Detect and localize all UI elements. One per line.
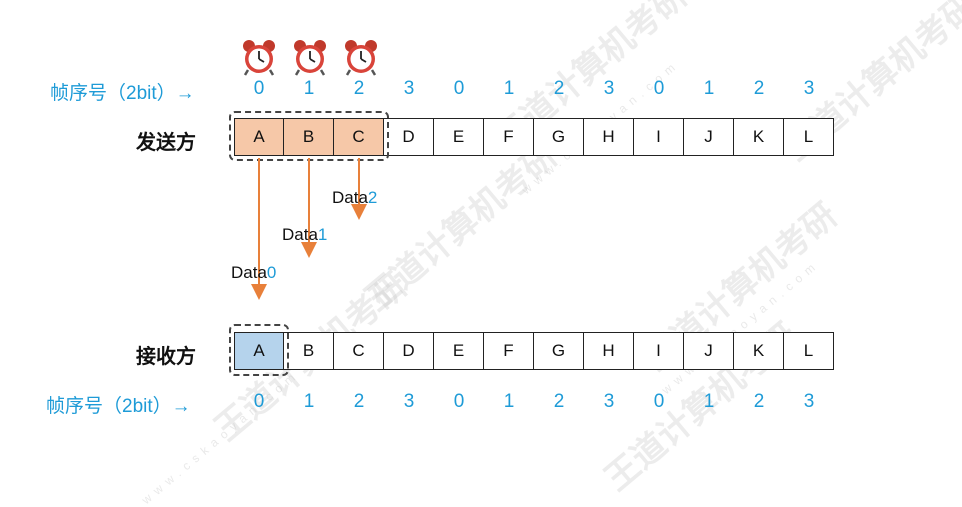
frame-cell: K [734,332,784,370]
transmission-arrows [251,158,367,300]
seq-number: 0 [453,391,465,412]
seq-number: 2 [753,391,765,412]
receiver-label: 接收方 [136,344,196,368]
seq-number: 3 [603,391,615,412]
frame-cell: I [634,332,684,370]
seq-number: 3 [803,391,815,412]
frame-cell: B [284,332,334,370]
frame-cell: E [434,332,484,370]
data-label-1: Data1 [282,225,328,244]
seq-number: 0 [653,391,665,412]
frame-cell: C [334,332,384,370]
frame-cell: J [684,332,734,370]
seq-number: 1 [303,391,315,412]
receiver-window [229,324,289,376]
seq-number: 2 [553,391,565,412]
seq-number: 1 [703,391,715,412]
frame-cell: D [384,332,434,370]
data-label-2: Data2 [332,188,378,207]
receiver-frame-row: ABCDEFGHIJKL [234,332,834,370]
seq-number: 3 [403,391,415,412]
frame-cell: F [484,332,534,370]
seq-number: 1 [503,391,515,412]
frame-cell: L [784,332,834,370]
receiver-seq-label: 帧序号（2bit）→ [46,396,191,417]
seq-number: 2 [353,391,365,412]
seq-number: 0 [253,391,265,412]
frame-cell: G [534,332,584,370]
frame-cell: H [584,332,634,370]
data-label-0: Data0 [231,263,277,282]
